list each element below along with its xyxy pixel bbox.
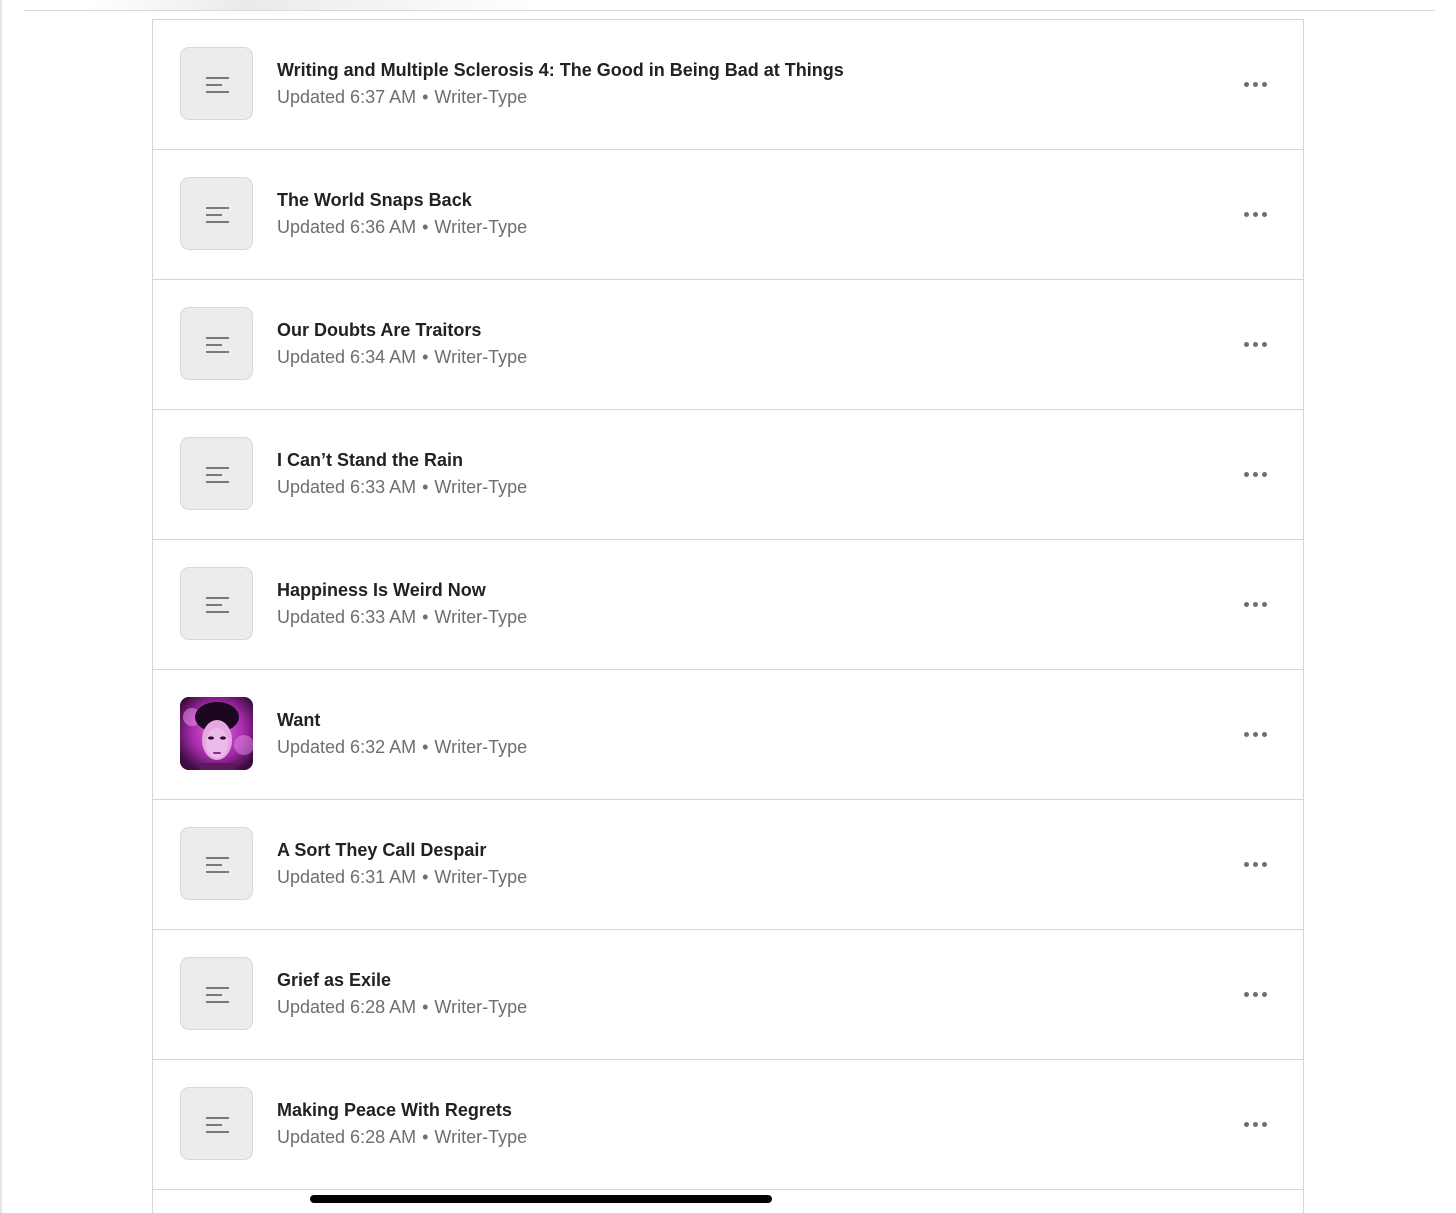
post-updated-time: Updated 6:36 AM — [277, 217, 417, 237]
post-meta: Updated 6:31 AM • Writer-Type — [277, 866, 527, 888]
post-thumbnail[interactable] — [180, 437, 253, 510]
post-thumbnail-photo[interactable] — [180, 697, 253, 770]
header-divider — [24, 10, 1435, 11]
post-text: Happiness Is Weird Now Updated 6:33 AM • Wr… — [277, 579, 527, 628]
text-lines-icon — [206, 467, 229, 483]
post-updated-time: Updated 6:33 AM — [277, 477, 417, 497]
post-thumbnail[interactable] — [180, 177, 253, 250]
meta-separator: • — [422, 477, 429, 497]
post-title[interactable]: Happiness Is Weird Now — [277, 579, 527, 601]
post-author: Writer-Type — [434, 997, 528, 1017]
page: Writing and Multiple Sclerosis 4: The Go… — [0, 0, 1456, 1213]
post-thumbnail[interactable] — [180, 567, 253, 640]
post-text: Writing and Multiple Sclerosis 4: The Go… — [277, 59, 844, 108]
post-meta: Updated 6:36 AM • Writer-Type — [277, 216, 527, 238]
meta-separator: • — [422, 867, 429, 887]
post-row[interactable]: The World Snaps Back Updated 6:36 AM • Writ… — [153, 150, 1303, 280]
meta-separator: • — [422, 87, 429, 107]
post-text: The World Snaps Back Updated 6:36 AM • Writ… — [277, 189, 527, 238]
post-text: Grief as Exile Updated 6:28 AM • Writer-Typ… — [277, 969, 527, 1018]
post-meta: Updated 6:33 AM • Writer-Type — [277, 476, 527, 498]
post-meta: Updated 6:34 AM • Writer-Type — [277, 346, 527, 368]
post-thumbnail[interactable] — [180, 957, 253, 1030]
meta-separator: • — [422, 737, 429, 757]
post-text: Want Updated 6:32 AM • Writer-Type — [277, 709, 527, 758]
post-row[interactable]: Happiness Is Weird Now Updated 6:33 AM • Wr… — [153, 540, 1303, 670]
post-title[interactable]: Grief as Exile — [277, 969, 527, 991]
post-row[interactable]: Our Doubts Are Traitors Updated 6:34 AM • W… — [153, 280, 1303, 410]
post-author: Writer-Type — [434, 867, 528, 887]
post-meta: Updated 6:33 AM • Writer-Type — [277, 606, 527, 628]
more-options-icon[interactable] — [1233, 980, 1277, 1008]
post-updated-time: Updated 6:37 AM — [277, 87, 417, 107]
post-text: Our Doubts Are Traitors Updated 6:34 AM • W… — [277, 319, 527, 368]
more-options-icon[interactable] — [1233, 460, 1277, 488]
post-row[interactable]: Grief as Exile Updated 6:28 AM • Writer-Typ… — [153, 930, 1303, 1060]
more-options-icon[interactable] — [1233, 720, 1277, 748]
more-options-icon[interactable] — [1233, 70, 1277, 98]
post-thumbnail[interactable] — [180, 307, 253, 380]
text-lines-icon — [206, 77, 229, 93]
more-options-icon[interactable] — [1233, 590, 1277, 618]
header-shadow — [90, 0, 530, 10]
meta-separator: • — [422, 1127, 429, 1147]
text-lines-icon — [206, 857, 229, 873]
more-options-icon[interactable] — [1233, 850, 1277, 878]
post-thumbnail[interactable] — [180, 47, 253, 120]
post-meta: Updated 6:28 AM • Writer-Type — [277, 996, 527, 1018]
post-updated-time: Updated 6:28 AM — [277, 1127, 417, 1147]
post-author: Writer-Type — [434, 737, 528, 757]
post-title[interactable]: Our Doubts Are Traitors — [277, 319, 527, 341]
post-author: Writer-Type — [434, 1127, 528, 1147]
post-row[interactable]: Writing and Multiple Sclerosis 4: The Go… — [153, 20, 1303, 150]
more-options-icon[interactable] — [1233, 200, 1277, 228]
post-author: Writer-Type — [434, 477, 528, 497]
post-author: Writer-Type — [434, 87, 528, 107]
post-title[interactable]: The World Snaps Back — [277, 189, 527, 211]
post-thumbnail[interactable] — [180, 827, 253, 900]
post-title[interactable]: A Sort They Call Despair — [277, 839, 527, 861]
text-lines-icon — [206, 337, 229, 353]
post-meta: Updated 6:32 AM • Writer-Type — [277, 736, 527, 758]
post-author: Writer-Type — [434, 347, 528, 367]
text-lines-icon — [206, 597, 229, 613]
text-lines-icon — [206, 987, 229, 1003]
post-text: I Can’t Stand the Rain Updated 6:33 AM • Wr… — [277, 449, 527, 498]
post-meta: Updated 6:28 AM • Writer-Type — [277, 1126, 527, 1148]
post-updated-time: Updated 6:34 AM — [277, 347, 417, 367]
post-author: Writer-Type — [434, 607, 528, 627]
post-title[interactable]: Want — [277, 709, 527, 731]
text-lines-icon — [206, 1117, 229, 1133]
post-row[interactable]: A Sort They Call Despair Updated 6:31 AM •… — [153, 800, 1303, 930]
window-edge — [0, 0, 2, 1213]
post-title[interactable]: Writing and Multiple Sclerosis 4: The Go… — [277, 59, 844, 81]
post-meta: Updated 6:37 AM • Writer-Type — [277, 86, 844, 108]
home-indicator[interactable] — [310, 1195, 772, 1203]
meta-separator: • — [422, 217, 429, 237]
more-options-icon[interactable] — [1233, 1110, 1277, 1138]
post-updated-time: Updated 6:32 AM — [277, 737, 417, 757]
post-row[interactable]: Want Updated 6:32 AM • Writer-Type — [153, 670, 1303, 800]
post-updated-time: Updated 6:28 AM — [277, 997, 417, 1017]
post-row[interactable]: Making Peace With Regrets Updated 6:28 AM… — [153, 1060, 1303, 1190]
post-text: A Sort They Call Despair Updated 6:31 AM •… — [277, 839, 527, 888]
meta-separator: • — [422, 607, 429, 627]
meta-separator: • — [422, 347, 429, 367]
post-title[interactable]: Making Peace With Regrets — [277, 1099, 527, 1121]
post-author: Writer-Type — [434, 217, 528, 237]
more-options-icon[interactable] — [1233, 330, 1277, 358]
meta-separator: • — [422, 997, 429, 1017]
posts-list: Writing and Multiple Sclerosis 4: The Go… — [152, 19, 1304, 1213]
portrait-image — [180, 697, 253, 770]
post-updated-time: Updated 6:31 AM — [277, 867, 417, 887]
post-thumbnail[interactable] — [180, 1087, 253, 1160]
text-lines-icon — [206, 207, 229, 223]
post-title[interactable]: I Can’t Stand the Rain — [277, 449, 527, 471]
post-updated-time: Updated 6:33 AM — [277, 607, 417, 627]
post-row[interactable]: I Can’t Stand the Rain Updated 6:33 AM • Wr… — [153, 410, 1303, 540]
post-text: Making Peace With Regrets Updated 6:28 AM… — [277, 1099, 527, 1148]
